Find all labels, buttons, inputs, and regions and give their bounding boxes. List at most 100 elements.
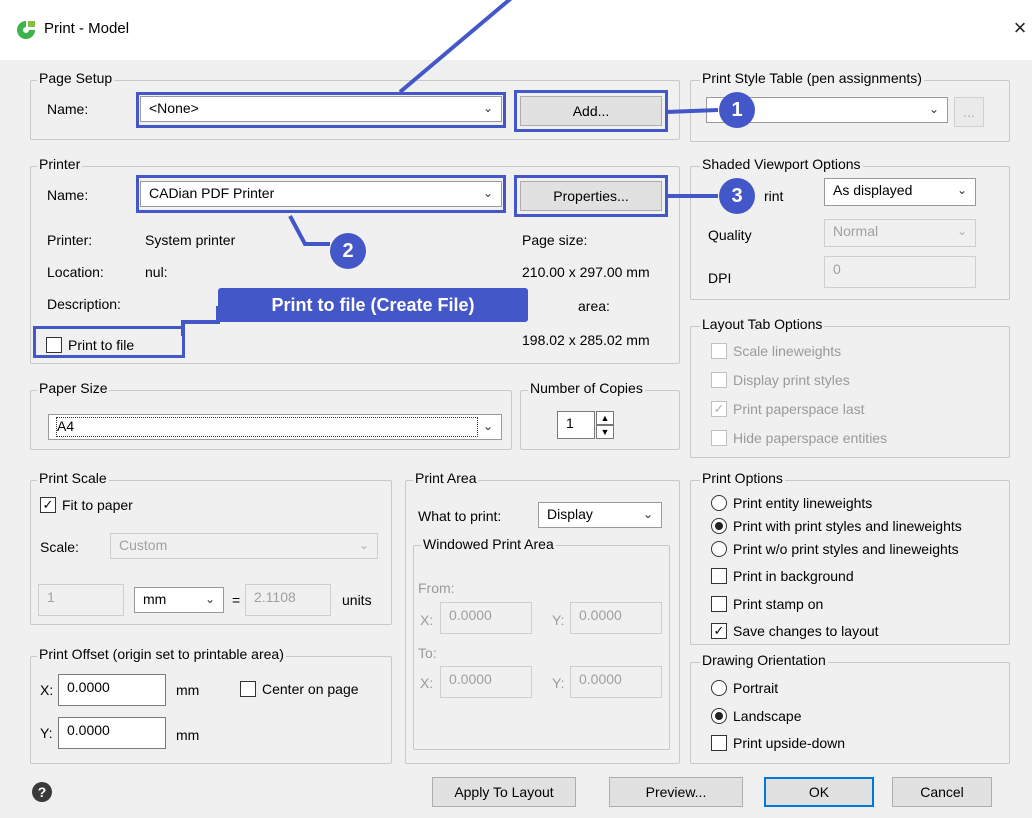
cancel-button[interactable]: Cancel <box>892 777 992 807</box>
help-icon[interactable]: ? <box>32 782 52 802</box>
scale-select[interactable]: Custom ⌄ <box>110 533 378 559</box>
portrait-label: Portrait <box>733 680 779 696</box>
hide-paperspace-checkbox[interactable] <box>711 430 727 446</box>
from-label: From: <box>418 580 455 596</box>
offset-x-input[interactable]: 0.0000 <box>58 674 166 706</box>
windowed-area-group <box>413 545 670 750</box>
properties-button-highlight <box>514 175 668 217</box>
print-background-checkbox[interactable] <box>711 568 727 584</box>
paperspace-last-checkbox[interactable]: ✓ <box>711 401 727 417</box>
printer-name-label: Name: <box>47 187 89 203</box>
from-y-input[interactable]: 0.0000 <box>570 602 662 634</box>
printer-type-value: System printer <box>145 232 236 248</box>
offset-y-input[interactable]: 0.0000 <box>58 717 166 749</box>
dpi-input[interactable]: 0 <box>824 256 976 288</box>
app-logo-icon <box>17 21 35 39</box>
with-styles-label: Print with print styles and lineweights <box>733 518 962 534</box>
display-print-styles-label: Display print styles <box>733 372 850 388</box>
what-to-print-value: Display <box>547 506 593 522</box>
paper-size-label: Paper Size <box>37 380 110 396</box>
scale-units-label: units <box>342 592 372 608</box>
scale-unit-value: mm <box>143 591 167 607</box>
printable-area-label: area: <box>578 298 610 314</box>
print-background-label: Print in background <box>733 568 854 584</box>
to-y-input[interactable]: 0.0000 <box>570 666 662 698</box>
quality-select[interactable]: Normal ⌄ <box>824 219 976 247</box>
scale-lineweights-label: Scale lineweights <box>733 343 842 359</box>
chevron-down-icon: ⌄ <box>956 183 967 197</box>
scale-lineweights-checkbox[interactable] <box>711 343 727 359</box>
windowed-area-label: Windowed Print Area <box>421 536 556 552</box>
print-stamp-checkbox[interactable] <box>711 596 727 612</box>
scale-right-input[interactable]: 2.1108 <box>245 584 331 616</box>
radio-selected-dot <box>715 522 723 530</box>
center-on-page-label: Center on page <box>262 681 359 697</box>
step-1-badge: 1 <box>719 92 755 128</box>
scale-equals: = <box>232 592 241 608</box>
shade-plot-label: rint <box>764 188 784 204</box>
page-size-value: 210.00 x 297.00 mm <box>522 264 650 280</box>
apply-to-layout-button[interactable]: Apply To Layout <box>432 777 576 807</box>
scale-left-input[interactable]: 1 <box>38 584 124 616</box>
with-styles-radio[interactable] <box>711 518 727 534</box>
center-on-page-checkbox[interactable] <box>240 681 256 697</box>
offset-x-unit: mm <box>176 682 200 698</box>
hide-paperspace-label: Hide paperspace entities <box>733 430 888 446</box>
upside-down-label: Print upside-down <box>733 735 846 751</box>
page-size-label: Page size: <box>522 232 588 248</box>
without-styles-radio[interactable] <box>711 541 727 557</box>
copies-spin-down[interactable]: ▼ <box>596 425 614 439</box>
landscape-label: Landscape <box>733 708 802 724</box>
page-setup-label: Page Setup <box>37 70 115 86</box>
copies-spin-up[interactable]: ▲ <box>596 411 614 425</box>
from-x-input[interactable]: 0.0000 <box>440 602 532 634</box>
printer-group-label: Printer <box>37 156 83 172</box>
ok-button[interactable]: OK <box>764 777 874 807</box>
display-print-styles-checkbox[interactable] <box>711 372 727 388</box>
style-table-edit-button[interactable]: ... <box>954 97 984 127</box>
chevron-down-icon: ⌄ <box>358 538 369 552</box>
save-changes-label: Save changes to layout <box>733 623 879 639</box>
style-table-label: Print Style Table (pen assignments) <box>700 70 924 86</box>
printer-location-label: Location: <box>47 264 104 280</box>
to-x-input[interactable]: 0.0000 <box>440 666 532 698</box>
page-setup-name-label: Name: <box>47 101 89 117</box>
offset-x-label: X: <box>40 682 54 698</box>
landscape-radio[interactable] <box>711 708 727 724</box>
offset-y-unit: mm <box>176 727 200 743</box>
shaded-viewport-label: Shaded Viewport Options <box>700 156 863 172</box>
copies-input[interactable]: 1 <box>557 411 595 439</box>
to-x-label: X: <box>420 675 434 691</box>
fit-to-paper-checkbox[interactable]: ✓ <box>40 497 56 513</box>
printable-area-value: 198.02 x 285.02 mm <box>522 332 650 348</box>
fit-to-paper-label: Fit to paper <box>62 497 133 513</box>
what-to-print-label: What to print: <box>418 508 502 524</box>
printer-description-label: Description: <box>47 296 121 312</box>
chevron-down-icon: ⌄ <box>956 224 967 238</box>
scale-value: Custom <box>119 537 168 553</box>
step-2-badge: 2 <box>330 233 366 269</box>
paper-size-value: A4 <box>56 417 478 437</box>
paperspace-last-label: Print paperspace last <box>733 401 865 417</box>
window-title: Print - Model <box>44 20 130 37</box>
offset-y-label: Y: <box>40 725 53 741</box>
print-to-file-banner: Print to file (Create File) <box>218 288 528 322</box>
step-3-badge: 3 <box>719 178 755 214</box>
quality-label: Quality <box>708 227 752 243</box>
close-icon[interactable]: × <box>1008 14 1032 42</box>
upside-down-checkbox[interactable] <box>711 735 727 751</box>
print-scale-label: Print Scale <box>37 470 109 486</box>
save-changes-checkbox[interactable]: ✓ <box>711 623 727 639</box>
title-bar <box>0 0 1032 60</box>
entity-lineweights-radio[interactable] <box>711 495 727 511</box>
page-setup-name-highlight <box>136 92 506 128</box>
chevron-down-icon: ⌄ <box>204 592 215 606</box>
portrait-radio[interactable] <box>711 680 727 696</box>
shade-plot-select[interactable]: As displayed ⌄ <box>824 178 976 206</box>
paper-size-select[interactable]: A4 ⌄ <box>48 414 502 440</box>
preview-button[interactable]: Preview... <box>609 777 743 807</box>
shade-plot-value: As displayed <box>833 182 913 198</box>
what-to-print-select[interactable]: Display ⌄ <box>538 502 662 528</box>
scale-unit-select[interactable]: mm ⌄ <box>134 587 224 613</box>
without-styles-label: Print w/o print styles and lineweights <box>733 541 959 557</box>
